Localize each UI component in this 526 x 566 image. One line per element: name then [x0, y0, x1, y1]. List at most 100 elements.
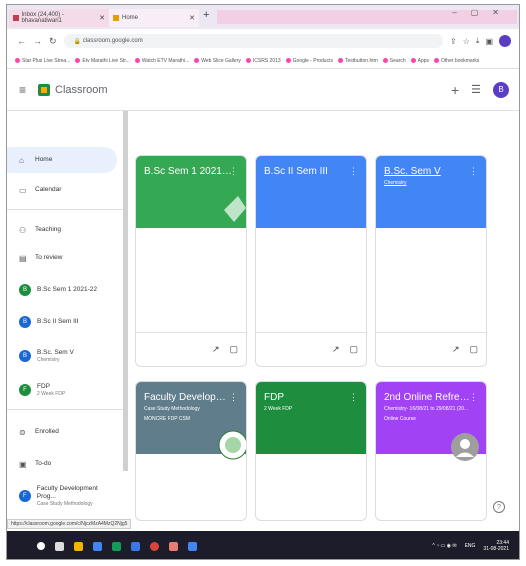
download-icon[interactable]: ⤓ — [476, 36, 480, 46]
edge-icon[interactable] — [131, 541, 140, 551]
class-card[interactable]: FDP 2 Week FDP ⋮ — [255, 381, 367, 521]
sidebar-scrollbar[interactable] — [123, 111, 128, 471]
clock[interactable]: 23:44 31-08-2021 — [483, 540, 509, 552]
bookmark-icon — [382, 58, 388, 63]
bookmark[interactable]: Watch ETV Marathi... — [134, 58, 189, 64]
search-icon[interactable] — [37, 542, 45, 550]
card-title[interactable]: Faculty Development... — [144, 392, 234, 403]
bookmark[interactable]: Etv Marathi Live Str... — [75, 58, 130, 64]
card-banner: B.Sc. Sem V Chemistry ⋮ — [376, 156, 486, 228]
tab-inbox[interactable]: Inbox (24,400) - bhavanatiwari1 ✕ — [9, 9, 109, 27]
review-icon: ▤ — [19, 253, 27, 263]
bookmark[interactable]: Other bookmarks — [434, 58, 479, 64]
app-header: ≡ Classroom + ☰ B — [7, 69, 519, 111]
more-options-icon[interactable]: ⋮ — [349, 166, 358, 177]
sidebar-item-class[interactable]: F FDP 2 Week FDP — [7, 377, 117, 403]
bookmark[interactable]: Google - Products — [285, 58, 333, 64]
sidebar-item-class[interactable]: B B.Sc II Sem III — [7, 309, 117, 335]
class-card[interactable]: B.Sc. Sem V Chemistry ⋮ ↗ ▢ — [375, 155, 487, 367]
tray-icons[interactable]: ^ ◔ ▭ ◉ ✉ — [432, 543, 456, 549]
more-options-icon[interactable]: ⋮ — [469, 166, 478, 177]
close-icon[interactable]: ✕ — [99, 14, 105, 22]
bookmark[interactable]: Search — [382, 58, 406, 64]
folder-icon[interactable]: ▢ — [469, 344, 478, 355]
help-icon[interactable]: ? — [493, 501, 505, 513]
classroom-logo[interactable] — [38, 83, 51, 96]
card-title[interactable]: B.Sc. Sem V — [384, 166, 474, 177]
window-controls[interactable]: –▢✕ — [452, 8, 513, 17]
share-icon[interactable]: ⇪ — [450, 37, 457, 46]
bookmark[interactable]: Star Plus Live Strea... — [15, 58, 70, 64]
sidebar-item-todo[interactable]: ▣ To-do — [7, 451, 117, 477]
card-title[interactable]: FDP — [264, 392, 354, 403]
bookmarks-bar: Star Plus Live Strea... Etv Marathi Live… — [7, 53, 519, 69]
bookmark-icon — [245, 58, 251, 63]
bookmark-icon — [75, 58, 81, 63]
bookmark[interactable]: Web Slice Gallery — [194, 58, 241, 64]
task-view-icon[interactable] — [55, 541, 64, 551]
class-logo — [218, 430, 246, 460]
card-title[interactable]: 2nd Online Refresher... — [384, 392, 474, 403]
forward-icon[interactable]: → — [33, 36, 42, 46]
chrome-icon[interactable] — [150, 541, 159, 551]
close-icon[interactable]: ✕ — [189, 14, 195, 22]
tab-home[interactable]: Home ✕ — [109, 9, 199, 27]
app-name[interactable]: Classroom — [55, 84, 108, 96]
sidebar-item-class[interactable]: B B.Sc Sem 1 2021-22 — [7, 277, 117, 303]
more-options-icon[interactable]: ⋮ — [349, 392, 358, 403]
sidebar-item-teaching[interactable]: ⚇ Teaching — [7, 217, 117, 243]
bookmark-icon — [285, 58, 291, 63]
sidebar-item-calendar[interactable]: ▭ Calendar — [7, 177, 117, 203]
app-icon[interactable] — [169, 541, 178, 551]
bookmark-icon — [15, 58, 20, 63]
bookmark[interactable]: ICSRS 2013 — [245, 58, 281, 64]
trending-icon[interactable]: ↗ — [212, 344, 220, 355]
card-banner: B.Sc II Sem III ⋮ — [256, 156, 366, 228]
url-field[interactable]: 🔒 classroom.google.com — [63, 34, 444, 48]
bookmark-icon — [337, 58, 343, 63]
file-explorer-icon[interactable] — [74, 541, 83, 551]
apps-grid-icon[interactable]: ☰ — [471, 83, 481, 96]
sidebar-item-class[interactable]: B B.Sc. Sem V Chemistry — [7, 343, 117, 369]
new-tab-icon[interactable]: + — [203, 9, 209, 21]
card-title[interactable]: B.Sc II Sem III — [264, 166, 354, 177]
reload-icon[interactable]: ↻ — [49, 36, 57, 47]
add-icon[interactable]: + — [451, 82, 459, 98]
card-title[interactable]: B.Sc Sem 1 2021-22 — [144, 166, 234, 177]
card-subtitle: Chemistry — [384, 180, 407, 186]
bookmark[interactable]: Testbutton.htm — [337, 58, 378, 64]
trending-icon[interactable]: ↗ — [332, 344, 340, 355]
bookmark[interactable]: Apps — [410, 58, 429, 64]
trending-icon[interactable]: ↗ — [452, 344, 460, 355]
card-section: Online Course — [384, 416, 416, 422]
folder-icon[interactable]: ▢ — [349, 344, 358, 355]
avatar[interactable]: B — [493, 81, 509, 98]
language-indicator[interactable]: ENG — [465, 543, 476, 549]
extension-icon[interactable]: ▣ — [485, 37, 493, 46]
toolbar-icons: ⇪ ☆ ⤓ ▣ — [450, 35, 511, 47]
class-card[interactable]: Faculty Development... Case Study Method… — [135, 381, 247, 521]
profile-icon[interactable] — [499, 35, 511, 47]
class-card[interactable]: B.Sc Sem 1 2021-22 ⋮ ↗ ▢ — [135, 155, 247, 367]
sidebar-item-to-review[interactable]: ▤ To review — [7, 245, 117, 271]
star-icon[interactable]: ☆ — [463, 37, 470, 46]
back-icon[interactable]: ← — [17, 36, 26, 46]
more-options-icon[interactable]: ⋮ — [469, 392, 478, 403]
divider — [7, 209, 123, 210]
sidebar-item-enrolled[interactable]: ⊜ Enrolled — [7, 419, 117, 445]
sidebar-item-class[interactable]: F Faculty Development Prog... Case Study … — [7, 483, 117, 509]
calendar-icon: ▭ — [19, 185, 27, 195]
more-options-icon[interactable]: ⋮ — [229, 166, 238, 177]
app-icon[interactable] — [188, 541, 197, 551]
sidebar-item-home[interactable]: ⌂ Home — [7, 147, 117, 173]
folder-icon[interactable]: ▢ — [229, 344, 238, 355]
class-card[interactable]: 2nd Online Refresher... Chemistry- 16/08… — [375, 381, 487, 521]
class-avatar: B — [19, 350, 31, 362]
store-icon[interactable] — [93, 541, 102, 551]
more-options-icon[interactable]: ⋮ — [229, 392, 238, 403]
mail-icon[interactable] — [112, 541, 121, 551]
class-card[interactable]: B.Sc II Sem III ⋮ ↗ ▢ — [255, 155, 367, 367]
hamburger-menu-icon[interactable]: ≡ — [19, 83, 26, 97]
card-subtitle: Case Study Methodology — [144, 406, 200, 412]
lock-icon: 🔒 — [73, 38, 83, 45]
